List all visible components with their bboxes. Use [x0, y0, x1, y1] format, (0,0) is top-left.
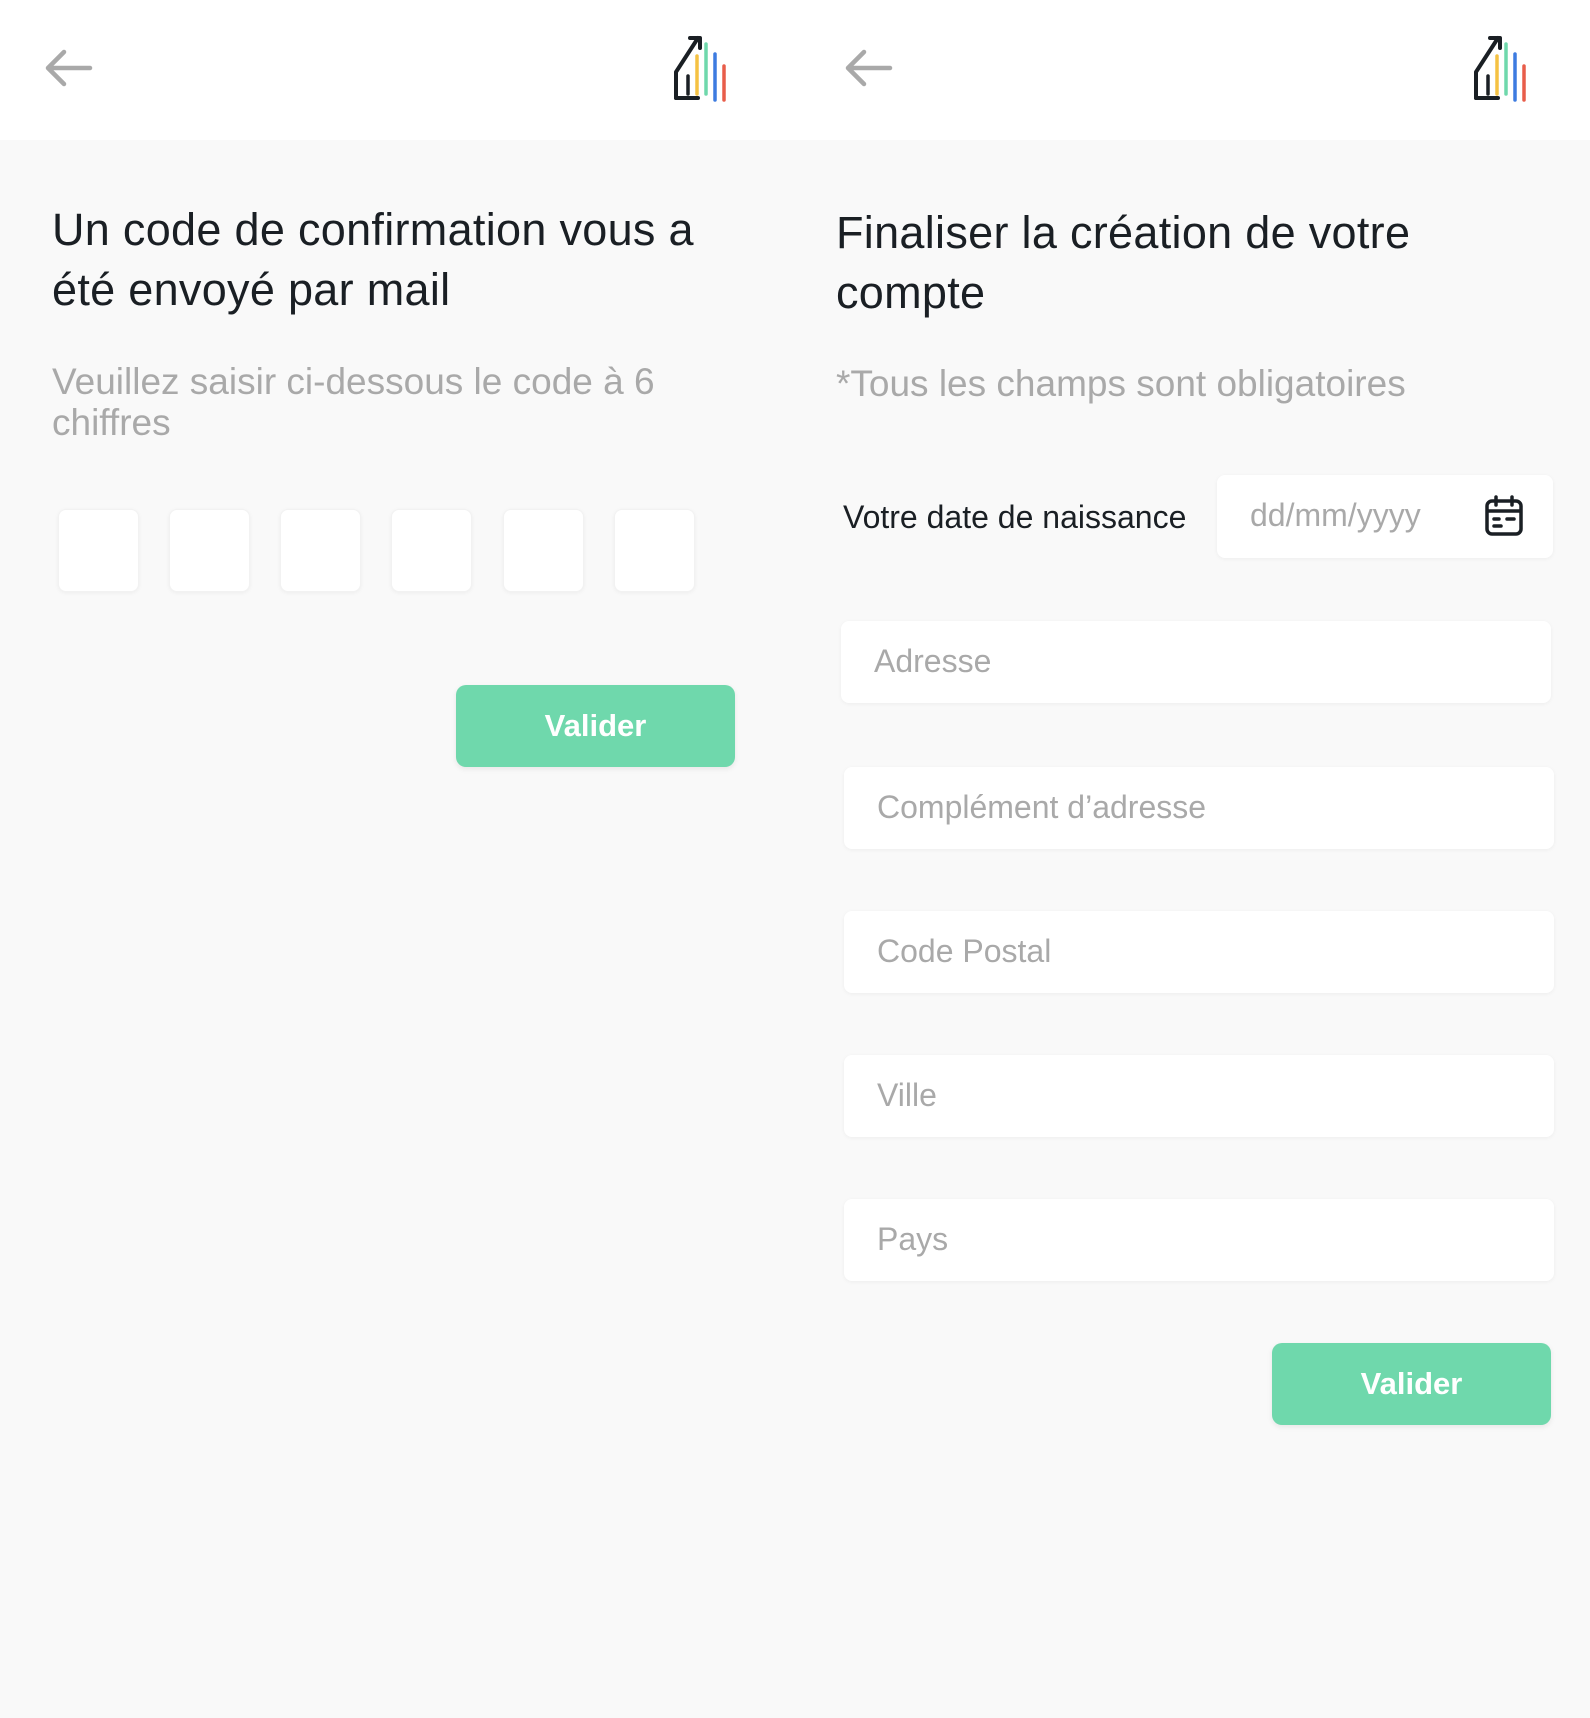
chart-house-logo-icon — [674, 36, 726, 102]
arrow-left-icon — [845, 49, 893, 87]
subtitle-line: Veuillez saisir ci-dessous le code à 6 — [52, 361, 655, 402]
page-subtitle: Veuillez saisir ci-dessous le code à 6 c… — [52, 361, 655, 443]
code-digit-input-2[interactable] — [169, 509, 250, 592]
title-line: Finaliser la création de votre — [836, 207, 1411, 258]
arrow-left-icon — [45, 49, 93, 87]
postal-code-placeholder: Code Postal — [877, 933, 1052, 969]
page-title: Finaliser la création de votre compte — [836, 203, 1410, 323]
code-digit-input-3[interactable] — [280, 509, 361, 592]
required-fields-note: *Tous les champs sont obligatoires — [836, 363, 1406, 404]
code-digit-input-5[interactable] — [503, 509, 584, 592]
calendar-icon[interactable] — [1483, 494, 1525, 538]
address-placeholder: Adresse — [874, 643, 992, 679]
country-input[interactable]: Pays — [844, 1199, 1554, 1281]
address-complement-input[interactable]: Complément d’adresse — [844, 767, 1554, 849]
app-logo — [668, 30, 740, 106]
top-bar — [0, 0, 1590, 140]
chart-house-logo-icon — [1474, 36, 1526, 102]
title-line: Un code de confirmation vous a — [52, 204, 694, 255]
page-title: Un code de confirmation vous a été envoy… — [52, 200, 694, 320]
postal-code-input[interactable]: Code Postal — [844, 911, 1554, 993]
birthdate-input[interactable]: dd/mm/yyyy — [1217, 475, 1553, 558]
city-placeholder: Ville — [877, 1077, 937, 1113]
app-logo — [1468, 30, 1540, 106]
city-input[interactable]: Ville — [844, 1055, 1554, 1137]
birthdate-placeholder: dd/mm/yyyy — [1250, 497, 1421, 533]
code-digit-input-1[interactable] — [58, 509, 139, 592]
address-input[interactable]: Adresse — [841, 621, 1551, 703]
title-line: été envoyé par mail — [52, 264, 451, 315]
validate-account-button[interactable]: Valider — [1272, 1343, 1551, 1425]
code-digit-input-4[interactable] — [391, 509, 472, 592]
back-button[interactable] — [838, 40, 898, 96]
birthdate-label: Votre date de naissance — [843, 499, 1187, 535]
back-button[interactable] — [38, 40, 98, 96]
address-complement-placeholder: Complément d’adresse — [877, 789, 1207, 825]
title-line: compte — [836, 267, 986, 318]
code-digit-input-6[interactable] — [614, 509, 695, 592]
country-placeholder: Pays — [877, 1221, 949, 1257]
validate-code-button[interactable]: Valider — [456, 685, 735, 767]
subtitle-line: chiffres — [52, 402, 171, 443]
